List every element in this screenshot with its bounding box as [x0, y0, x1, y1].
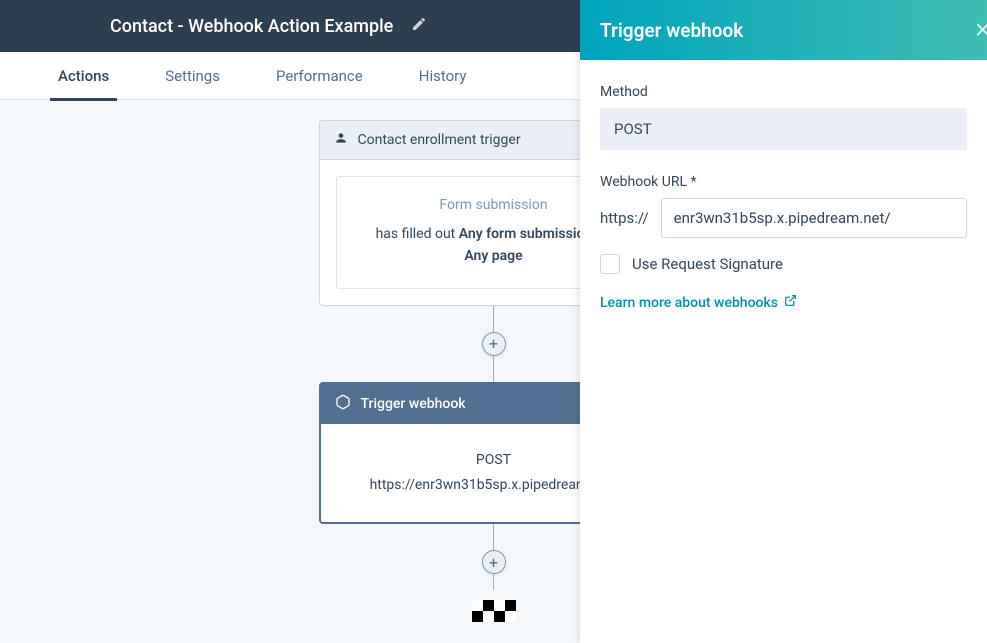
tab-actions[interactable]: Actions — [30, 52, 137, 100]
external-link-icon — [784, 294, 797, 311]
end-marker-icon — [472, 600, 516, 622]
signature-label[interactable]: Use Request Signature — [632, 255, 783, 273]
action-title: Trigger webhook — [361, 396, 466, 412]
tab-performance[interactable]: Performance — [248, 52, 391, 100]
tab-label: History — [419, 67, 467, 85]
url-row: https:// — [600, 198, 967, 238]
connector: + — [482, 524, 506, 590]
contact-icon — [334, 131, 348, 149]
webhook-icon — [335, 394, 351, 414]
tab-settings[interactable]: Settings — [137, 52, 248, 100]
add-action-button[interactable]: + — [482, 332, 506, 356]
panel-title: Trigger webhook — [600, 19, 743, 42]
close-icon[interactable]: × — [975, 14, 987, 42]
page-title: Contact - Webhook Action Example — [110, 16, 393, 37]
method-label: Method — [600, 84, 967, 100]
trigger-title: Contact enrollment trigger — [358, 132, 521, 148]
learn-link-text: Learn more about webhooks — [600, 295, 778, 311]
side-panel: Trigger webhook × Method POST Webhook UR… — [580, 0, 987, 643]
tab-label: Performance — [276, 67, 363, 85]
connector-line — [493, 524, 494, 550]
url-prefix: https:// — [600, 209, 649, 227]
tab-label: Actions — [58, 67, 109, 85]
edit-title-icon[interactable] — [411, 16, 427, 36]
connector-line — [493, 356, 494, 382]
tab-label: Settings — [165, 67, 220, 85]
connector: + — [482, 306, 506, 382]
panel-header: Trigger webhook × — [580, 0, 987, 60]
url-label: Webhook URL * — [600, 174, 967, 190]
connector-line — [493, 574, 494, 590]
tab-history[interactable]: History — [391, 52, 495, 100]
method-value: POST — [614, 120, 652, 138]
add-action-button[interactable]: + — [482, 550, 506, 574]
connector-line — [493, 306, 494, 332]
signature-checkbox[interactable] — [600, 254, 620, 274]
signature-checkbox-row: Use Request Signature — [600, 254, 967, 274]
panel-body: Method POST Webhook URL * https:// Use R… — [580, 60, 987, 335]
learn-more-link[interactable]: Learn more about webhooks — [600, 294, 797, 311]
webhook-url-input[interactable] — [661, 198, 967, 238]
method-select[interactable]: POST — [600, 108, 967, 150]
